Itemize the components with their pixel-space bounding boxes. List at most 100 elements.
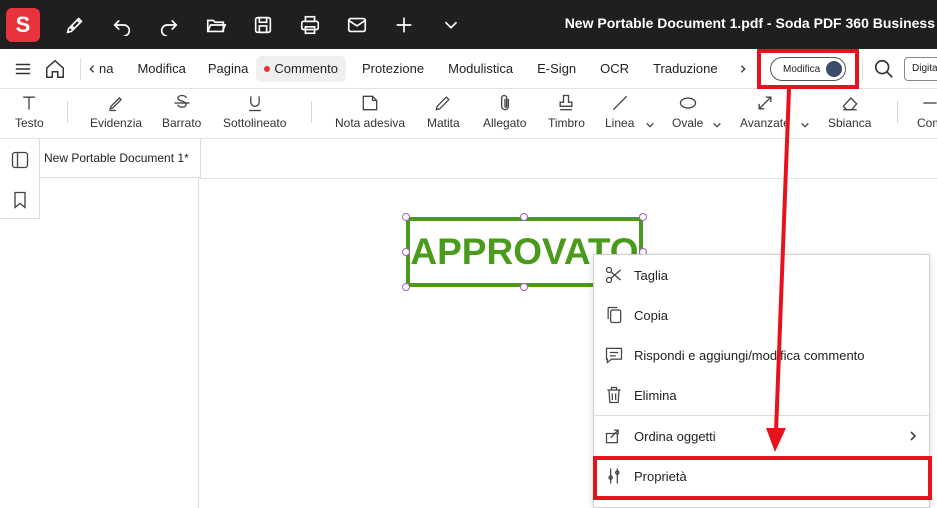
comment-toolbar: Testo Evidenzia Barrato Sottolineato Not… (0, 89, 937, 139)
chevron-down-icon[interactable] (712, 117, 722, 135)
line-icon (612, 95, 627, 111)
tool-avanzate[interactable]: Avanzate (740, 93, 790, 130)
tool-label: Ovale (672, 116, 704, 130)
chevron-left-icon[interactable] (87, 64, 97, 74)
tool-label: Barrato (162, 116, 202, 130)
menu-item-elimina[interactable]: Elimina (594, 375, 929, 415)
menu-item-taglia[interactable]: Taglia (594, 255, 929, 295)
tab-ocr[interactable]: OCR (592, 56, 637, 82)
print-icon[interactable] (298, 13, 322, 37)
search-input[interactable]: Digita (904, 57, 937, 81)
comment-edit-icon (603, 344, 625, 366)
chevron-right-icon[interactable] (738, 64, 748, 74)
menu-item-copia[interactable]: Copia (594, 295, 929, 335)
hamburger-icon[interactable] (14, 60, 32, 78)
tab-commento-label: Commento (274, 61, 338, 76)
tool-allegato[interactable]: Allegato (483, 93, 526, 130)
divider (862, 58, 863, 80)
underline-icon (248, 96, 261, 112)
chevron-down-icon[interactable] (645, 117, 655, 135)
tool-nota-adesiva[interactable]: Nota adesiva (335, 93, 405, 130)
tab-esign[interactable]: E-Sign (529, 56, 584, 82)
bookmark-icon[interactable] (10, 190, 30, 210)
tab-modulistica[interactable]: Modulistica (440, 56, 521, 82)
tool-label: Matita (427, 116, 460, 130)
resize-handle[interactable] (402, 213, 410, 221)
resize-handle[interactable] (520, 213, 528, 221)
window-title: New Portable Document 1.pdf - Soda PDF 3… (564, 15, 935, 31)
tool-label: Avanzate (740, 116, 790, 130)
panel-toggle-icon[interactable] (10, 150, 30, 170)
divider (67, 101, 68, 123)
title-bar: S New Portable Document 1.pdf - Soda PDF… (0, 0, 937, 49)
tab-na[interactable]: na (97, 56, 121, 82)
search-icon[interactable] (873, 58, 895, 85)
undo-icon[interactable] (110, 13, 134, 37)
menu-item-label: Copia (634, 307, 668, 323)
tool-sottolineato[interactable]: Sottolineato (223, 93, 286, 130)
tool-label: Linea (605, 116, 635, 130)
menu-item-label: Ordina oggetti (634, 428, 716, 444)
chevron-down-icon[interactable] (439, 13, 463, 37)
tool-sbianca[interactable]: Sbianca (828, 93, 871, 130)
menu-item-rispondi[interactable]: Rispondi e aggiungi/modifica commento (594, 335, 929, 375)
tool-linea[interactable]: Linea (605, 93, 634, 130)
pen-icon[interactable] (63, 13, 87, 37)
copy-icon (603, 304, 625, 326)
resize-handle[interactable] (639, 213, 647, 221)
tab-pagina[interactable]: Pagina (200, 56, 256, 82)
trash-icon (603, 384, 625, 406)
resize-handle[interactable] (402, 248, 410, 256)
scissors-icon (603, 264, 625, 286)
resize-icon (758, 96, 772, 110)
chevron-down-icon[interactable] (800, 117, 810, 135)
tool-label: Nota adesiva (335, 116, 406, 130)
divider (311, 101, 312, 123)
tool-label: Timbro (548, 116, 585, 130)
folder-open-icon[interactable] (204, 13, 228, 37)
home-icon[interactable] (44, 58, 66, 80)
strikethrough-icon (174, 94, 190, 108)
oval-icon (679, 97, 696, 109)
highlight-icon (109, 97, 122, 112)
highlight-box-proprieta (593, 456, 932, 500)
tab-modifica[interactable]: Modifica (129, 56, 193, 82)
tool-label: Com (917, 116, 937, 130)
tool-timbro[interactable]: Timbro (548, 93, 585, 130)
sticky-note-icon (362, 95, 378, 111)
pencil-icon (435, 96, 451, 111)
tool-testo[interactable]: Testo (15, 93, 44, 130)
tab-commento[interactable]: Commento (256, 55, 346, 82)
tab-protezione[interactable]: Protezione (354, 56, 432, 82)
tool-barrato[interactable]: Barrato (162, 93, 201, 130)
plus-icon[interactable] (392, 13, 416, 37)
mail-icon[interactable] (345, 13, 369, 37)
tool-label: Allegato (483, 116, 527, 130)
menu-item-label: Taglia (634, 267, 668, 283)
save-icon[interactable] (251, 13, 275, 37)
tool-commento[interactable]: Com (917, 93, 937, 130)
eraser-icon (842, 97, 858, 111)
redo-icon[interactable] (157, 13, 181, 37)
document-tab[interactable]: New Portable Document 1* (40, 139, 201, 178)
tool-label: Sbianca (828, 116, 872, 130)
menu-item-ordina-oggetti[interactable]: Ordina oggetti (594, 416, 929, 456)
app-logo[interactable]: S (6, 7, 40, 42)
tool-ovale[interactable]: Ovale (672, 93, 703, 130)
resize-handle[interactable] (402, 283, 410, 291)
active-dot (264, 65, 271, 72)
chevron-right-icon (907, 429, 919, 447)
tab-traduzione[interactable]: Traduzione (645, 56, 726, 82)
tool-label: Evidenzia (90, 116, 143, 130)
left-panel (0, 139, 40, 219)
divider (80, 57, 81, 80)
tool-label: Testo (15, 116, 44, 130)
tool-label: Sottolineato (223, 116, 287, 130)
tool-evidenzia[interactable]: Evidenzia (90, 93, 142, 130)
stamp-icon (559, 94, 573, 111)
highlight-box-toggle (757, 49, 859, 89)
tool-matita[interactable]: Matita (427, 93, 460, 130)
menu-item-label: Rispondi e aggiungi/modifica commento (634, 347, 865, 363)
arrange-icon (603, 425, 625, 447)
resize-handle[interactable] (520, 283, 528, 291)
